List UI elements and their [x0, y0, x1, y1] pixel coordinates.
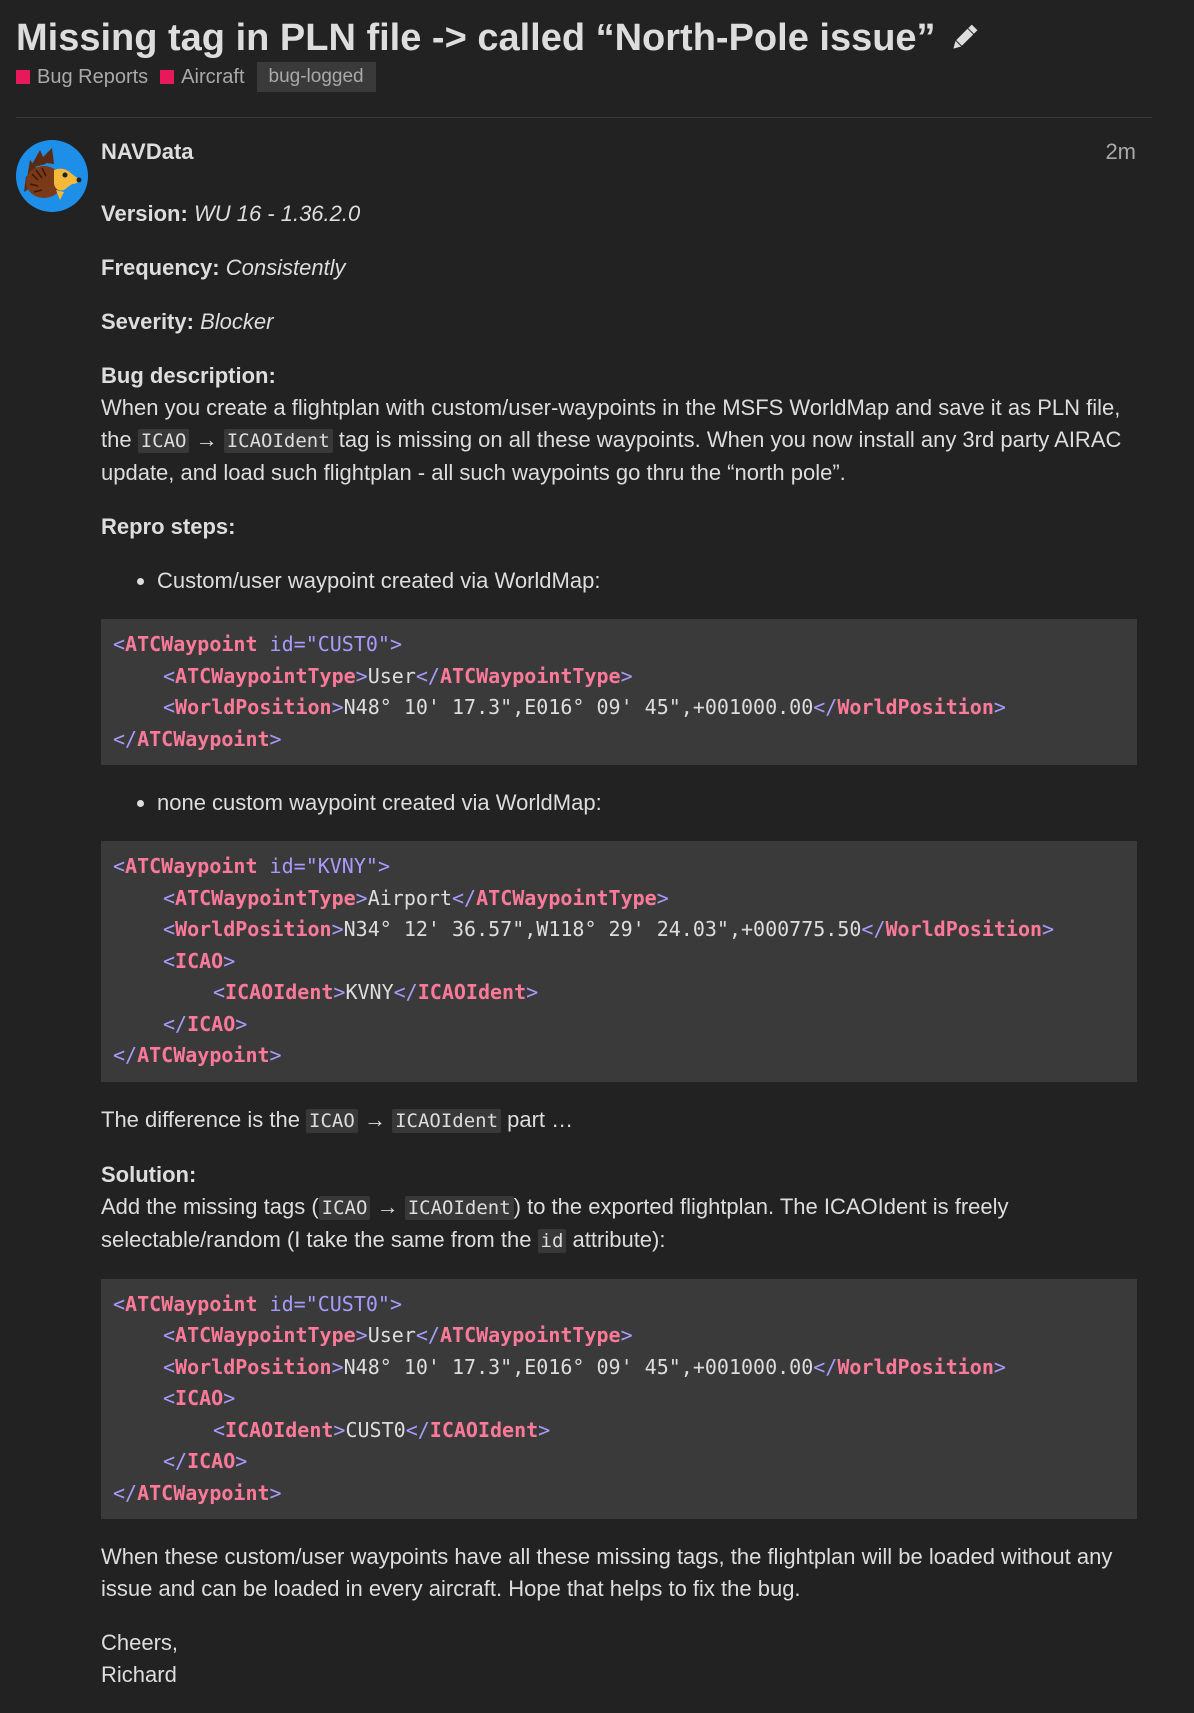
topic-title[interactable]: Missing tag in PLN file -> called “North…: [16, 14, 936, 62]
category-aircraft[interactable]: Aircraft: [160, 66, 245, 89]
code-block-custom-waypoint: <ATCWaypoint id="CUST0"> <ATCWaypointType…: [101, 619, 1137, 765]
tag-bug-logged[interactable]: bug-logged: [256, 62, 376, 92]
bug-description: Bug description: When you create a fligh…: [101, 363, 1122, 485]
code-block-airport-waypoint: <ATCWaypoint id="KVNY"> <ATCWaypointType>…: [101, 841, 1137, 1082]
version-line: Version: WU 16 - 1.36.2.0: [101, 201, 361, 226]
topic-categories: Bug Reports Aircraft bug-logged: [16, 62, 376, 92]
edit-pencil-icon[interactable]: [948, 22, 980, 54]
solution: Solution: Add the missing tags (ICAO → I…: [101, 1161, 1009, 1253]
post-time[interactable]: 2m: [1105, 139, 1136, 165]
repro-list-2: none custom waypoint created via WorldMa…: [101, 787, 1137, 819]
topic-page: Missing tag in PLN file -> called “North…: [0, 0, 1194, 1712]
topic-header: Missing tag in PLN file -> called “North…: [16, 14, 980, 62]
header-divider: [16, 117, 1152, 118]
category-bug-reports[interactable]: Bug Reports: [16, 66, 148, 89]
frequency-line: Frequency: Consistently: [101, 255, 346, 280]
severity-line: Severity: Blocker: [101, 309, 274, 334]
list-item: Custom/user waypoint created via WorldMa…: [157, 565, 1137, 597]
signature: Cheers, Richard: [101, 1630, 179, 1687]
category-color-square: [16, 70, 30, 84]
post-username[interactable]: NAVData: [101, 139, 194, 165]
list-item: none custom waypoint created via WorldMa…: [157, 787, 1137, 819]
closing-paragraph: When these custom/user waypoints have al…: [101, 1544, 1113, 1601]
category-color-square: [160, 70, 175, 84]
user-avatar[interactable]: [16, 140, 88, 212]
difference-line: The difference is the ICAO → ICAOIdent p…: [101, 1106, 574, 1133]
post-body: Version: WU 16 - 1.36.2.0 Frequency: Con…: [101, 198, 1137, 1713]
code-block-solution: <ATCWaypoint id="CUST0"> <ATCWaypointType…: [101, 1278, 1137, 1519]
repro-list-1: Custom/user waypoint created via WorldMa…: [101, 565, 1137, 597]
repro-heading: Repro steps:: [101, 514, 236, 539]
